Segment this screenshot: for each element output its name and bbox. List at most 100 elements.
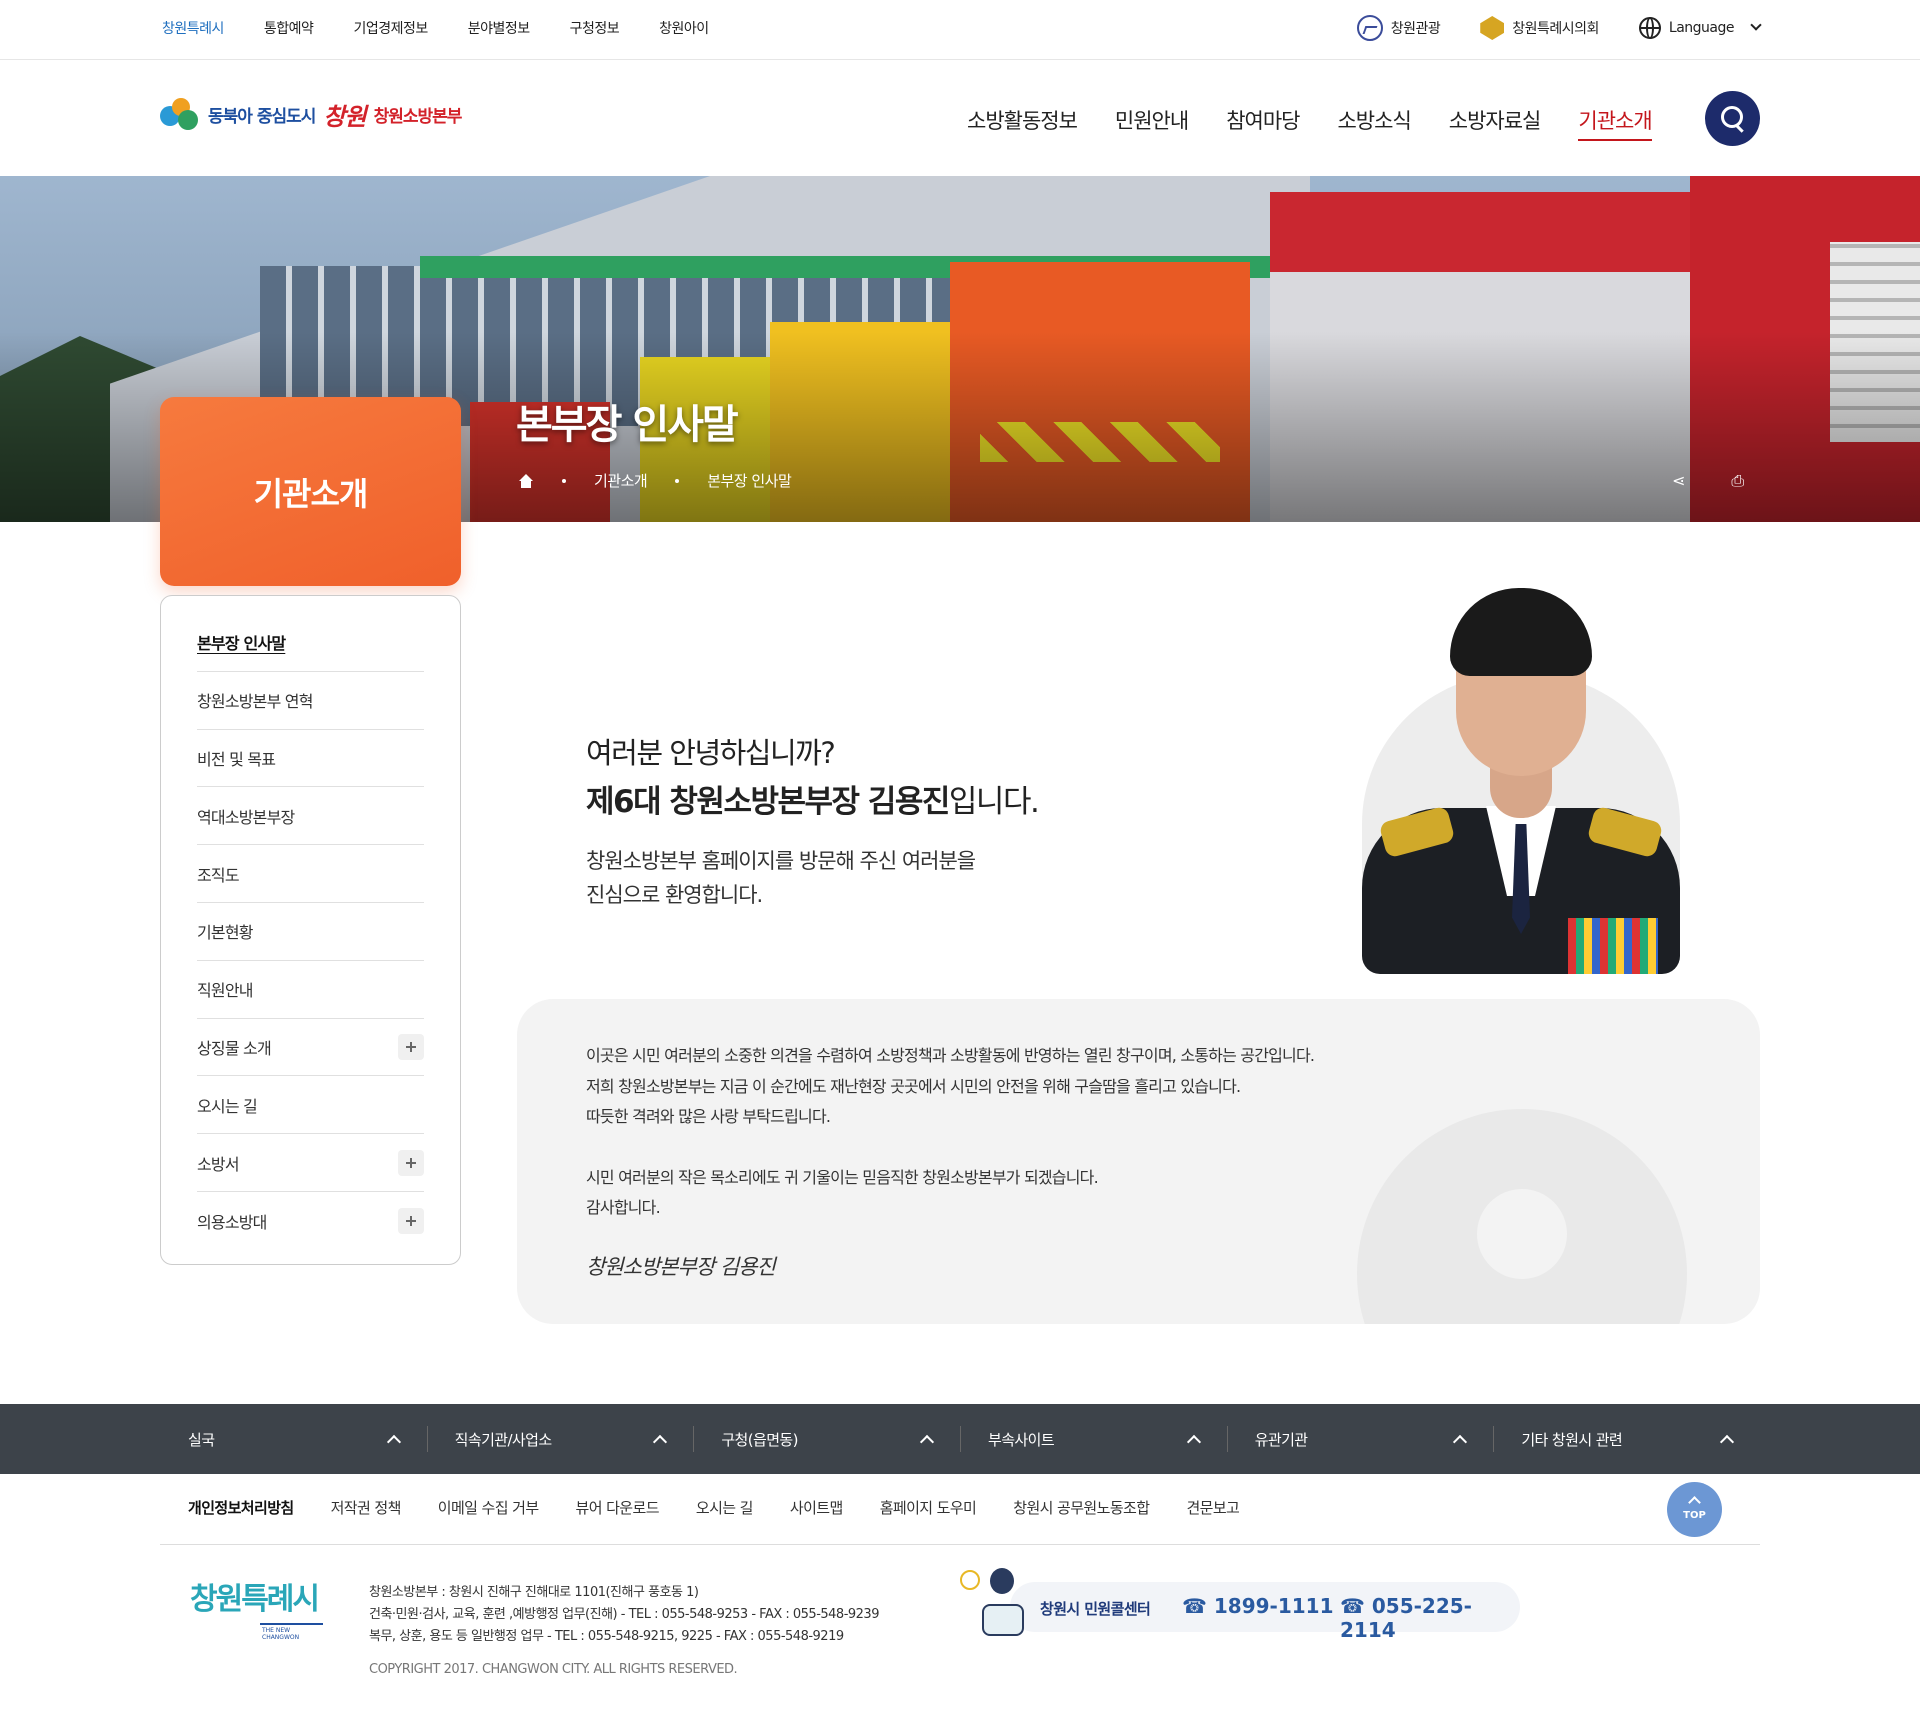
footer-nav-districts[interactable]: 구청(읍면동) bbox=[693, 1404, 960, 1474]
language-select[interactable]: Language bbox=[1638, 17, 1762, 39]
footer-nav-label: 기타 창원시 관련 bbox=[1521, 1430, 1623, 1449]
global-nav: 소방활동정보 민원안내 참여마당 소방소식 소방자료실 기관소개 bbox=[967, 105, 1653, 141]
call-center-label: 창원시 민원콜센터 bbox=[1040, 1600, 1151, 1618]
lnb-item-former-chiefs[interactable]: 역대소방본부장 bbox=[197, 787, 424, 846]
footer-divider bbox=[160, 1544, 1760, 1545]
message-paragraph: 시민 여러분의 작은 목소리에도 귀 기울이는 믿음직한 창원소방본부가 되겠습… bbox=[586, 1167, 1099, 1187]
footer-nav-agencies[interactable]: 직속기관/사업소 bbox=[426, 1404, 694, 1474]
gnb-fire-activity[interactable]: 소방활동정보 bbox=[967, 105, 1078, 141]
message-paragraph: 따듯한 격려와 많은 사랑 부탁드립니다. bbox=[586, 1107, 831, 1126]
greeting-welcome: 창원소방본부 홈페이지를 방문해 주신 여러분을 진심으로 환영합니다. bbox=[586, 844, 976, 912]
print-icon[interactable]: ⎙ bbox=[1731, 471, 1744, 491]
message-box: 이곳은 시민 여러분의 소중한 의견을 수렴하여 소방정책과 소방활동에 반영하… bbox=[517, 999, 1760, 1324]
gnb-news[interactable]: 소방소식 bbox=[1337, 105, 1411, 141]
call-center-phone2[interactable]: ☎ 055-225-2114 bbox=[1340, 1594, 1520, 1642]
footer-logo-text: 창원특례시 bbox=[190, 1582, 320, 1617]
chief-title: 제6대 창원소방본부장 김용진 bbox=[586, 784, 950, 820]
footer-info: 창원소방본부 : 창원시 진해구 진해대로 1101(진해구 풍호동 1) 건축… bbox=[369, 1582, 879, 1648]
search-button[interactable] bbox=[1705, 91, 1760, 146]
footer-nav-related[interactable]: 유관기관 bbox=[1226, 1404, 1494, 1474]
side-menu: 본부장 인사말 창원소방본부 연혁 비전 및 목표 역대소방본부장 조직도 기본… bbox=[160, 595, 461, 1265]
chevron-up-icon bbox=[919, 1434, 935, 1449]
breadcrumb-item[interactable]: 기관소개 bbox=[594, 470, 648, 491]
privacy-policy-link[interactable]: 개인정보처리방침 bbox=[188, 1497, 294, 1518]
chevron-up-icon bbox=[1186, 1434, 1201, 1449]
lnb-item-label: 조직도 bbox=[197, 865, 240, 885]
copyright-policy-link[interactable]: 저작권 정책 bbox=[331, 1497, 402, 1518]
lnb-item-staff[interactable]: 직원안내 bbox=[197, 961, 424, 1019]
footer-nav-departments[interactable]: 실국 bbox=[160, 1404, 427, 1474]
lnb-item-greeting[interactable]: 본부장 인사말 bbox=[197, 614, 424, 672]
greeting-line1: 여러분 안녕하십니까? bbox=[586, 736, 836, 770]
footer-logo-sub: THE NEW CHANGWON bbox=[262, 1627, 300, 1641]
chevron-up-icon bbox=[1688, 1496, 1701, 1509]
lnb-item-symbols[interactable]: 상징물 소개 bbox=[197, 1019, 424, 1077]
chevron-up-icon bbox=[1719, 1434, 1735, 1449]
gnb-about[interactable]: 기관소개 bbox=[1578, 105, 1653, 141]
lnb-item-volunteer[interactable]: 의용소방대 bbox=[197, 1192, 424, 1250]
top-utility-bar: 창원특례시 통합예약 기업경제정보 분야별정보 구청정보 창원아이 창원관광 창… bbox=[0, 0, 1920, 60]
help-link[interactable]: 홈페이지 도우미 bbox=[880, 1497, 977, 1518]
top-link-field-info[interactable]: 분야별정보 bbox=[468, 18, 530, 38]
directions-link[interactable]: 오시는 길 bbox=[696, 1497, 754, 1518]
top-label: TOP bbox=[1683, 1510, 1706, 1521]
greeting-line4: 진심으로 환영합니다. bbox=[586, 883, 763, 907]
top-link-district[interactable]: 구청정보 bbox=[570, 18, 620, 38]
logo-text-primary: 동북아 중심도시 bbox=[208, 107, 316, 127]
portrait-hair bbox=[1450, 588, 1592, 676]
report-link[interactable]: 견문보고 bbox=[1186, 1497, 1239, 1518]
lnb-item-label: 기본현황 bbox=[197, 923, 253, 943]
call-center-phone1[interactable]: ☎ 1899-1111 bbox=[1182, 1594, 1334, 1618]
footer-nav-label: 유관기관 bbox=[1254, 1430, 1308, 1449]
tourism-link[interactable]: 창원관광 bbox=[1356, 15, 1441, 41]
lnb-item-fire-stations[interactable]: 소방서 bbox=[197, 1134, 424, 1192]
lnb-item-directions[interactable]: 오시는 길 bbox=[197, 1076, 424, 1135]
council-link[interactable]: 창원특례시의회 bbox=[1480, 16, 1599, 40]
top-link-business[interactable]: 기업경제정보 bbox=[353, 18, 428, 38]
message-paragraph bbox=[586, 1133, 1314, 1163]
breadcrumb-current[interactable]: 본부장 인사말 bbox=[707, 470, 792, 491]
top-link-changwon[interactable]: 창원특례시 bbox=[162, 18, 224, 38]
gnb-civil-guide[interactable]: 민원안내 bbox=[1115, 105, 1189, 141]
agent-head bbox=[990, 1568, 1014, 1594]
viewer-download-link[interactable]: 뷰어 다운로드 bbox=[576, 1497, 660, 1518]
gnb-participation[interactable]: 참여마당 bbox=[1226, 105, 1300, 141]
council-seal-icon bbox=[1480, 16, 1505, 40]
tourism-icon bbox=[1356, 15, 1383, 41]
email-refusal-link[interactable]: 이메일 수집 거부 bbox=[438, 1497, 539, 1518]
chevron-up-icon bbox=[653, 1434, 668, 1449]
gnb-resources[interactable]: 소방자료실 bbox=[1449, 105, 1542, 141]
site-logo[interactable]: 동북아 중심도시 창원 창원소방본부 bbox=[160, 97, 462, 132]
lnb-item-status[interactable]: 기본현황 bbox=[197, 903, 424, 961]
union-link[interactable]: 창원시 공무원노동조합 bbox=[1013, 1497, 1150, 1518]
footer-address: 창원소방본부 : 창원시 진해구 진해대로 1101(진해구 풍호동 1) bbox=[369, 1585, 699, 1600]
lnb-item-vision[interactable]: 비전 및 목표 bbox=[197, 730, 424, 788]
expand-plus-icon[interactable] bbox=[398, 1149, 424, 1176]
top-link-changwon-i[interactable]: 창원아이 bbox=[659, 18, 709, 38]
top-link-reservation[interactable]: 통합예약 bbox=[264, 18, 314, 38]
sitemap-link[interactable]: 사이트맵 bbox=[790, 1497, 843, 1518]
lnb-item-history[interactable]: 창원소방본부 연혁 bbox=[197, 672, 424, 730]
footer-links: 개인정보처리방침 저작권 정책 이메일 수집 거부 뷰어 다운로드 오시는 길 … bbox=[188, 1497, 1240, 1518]
call-agent-icon bbox=[960, 1566, 1030, 1636]
footer-nav-subsites[interactable]: 부속사이트 bbox=[960, 1404, 1227, 1474]
message-paragraph: 감사합니다. bbox=[586, 1198, 661, 1217]
footer-nav-label: 직속기관/사업소 bbox=[454, 1430, 552, 1449]
lnb-item-label: 오시는 길 bbox=[197, 1096, 258, 1116]
lnb-item-organization[interactable]: 조직도 bbox=[197, 845, 424, 903]
footer-nav-label: 실국 bbox=[188, 1430, 215, 1449]
scroll-top-button[interactable]: TOP bbox=[1667, 1482, 1722, 1537]
breadcrumb: 기관소개 본부장 인사말 bbox=[518, 470, 792, 491]
lnb-item-label: 본부장 인사말 bbox=[197, 634, 286, 654]
expand-plus-icon[interactable] bbox=[398, 1033, 424, 1060]
home-icon[interactable] bbox=[518, 473, 534, 488]
share-icon[interactable]: ⋖ bbox=[1672, 471, 1685, 491]
expand-plus-icon[interactable] bbox=[398, 1207, 424, 1234]
page-title: 본부장 인사말 bbox=[516, 402, 739, 448]
lnb-item-label: 비전 및 목표 bbox=[197, 749, 276, 769]
portrait-medals bbox=[1568, 918, 1658, 974]
footer-logo-underline bbox=[260, 1623, 323, 1625]
footer-site-nav: 실국 직속기관/사업소 구청(읍면동) 부속사이트 유관기관 기타 창원시 관련 bbox=[0, 1404, 1920, 1474]
message-paragraph: 저희 창원소방본부는 지금 이 순간에도 재난현장 곳곳에서 시민의 안전을 위… bbox=[586, 1076, 1241, 1096]
footer-nav-others[interactable]: 기타 창원시 관련 bbox=[1493, 1404, 1760, 1474]
